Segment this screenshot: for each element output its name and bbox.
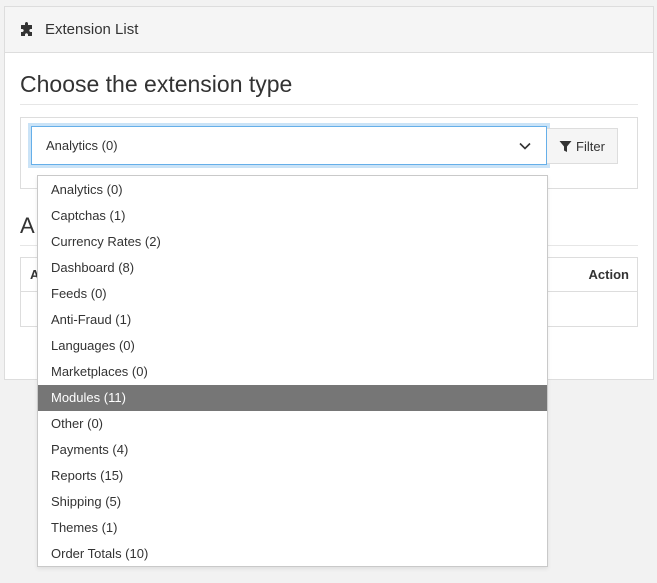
column-header-action: Action [588, 267, 629, 282]
dropdown-option[interactable]: Analytics (0) [38, 177, 547, 203]
page-title: Choose the extension type [20, 71, 638, 105]
dropdown-option[interactable]: Anti-Fraud (1) [38, 307, 547, 333]
dropdown-option[interactable]: Shipping (5) [38, 489, 547, 515]
filter-button-label: Filter [576, 138, 605, 154]
dropdown-option[interactable]: Payments (4) [38, 437, 547, 463]
dropdown-option[interactable]: Dashboard (8) [38, 255, 547, 281]
dropdown-option[interactable]: Currency Rates (2) [38, 229, 547, 255]
chevron-down-icon [519, 142, 531, 150]
extension-type-select[interactable]: Analytics (0) [31, 126, 547, 165]
dropdown-option[interactable]: Themes (1) [38, 515, 547, 541]
select-value: Analytics (0) [46, 138, 118, 153]
puzzle-icon [21, 21, 32, 36]
panel-heading: Extension List [5, 7, 653, 53]
dropdown-option[interactable]: Marketplaces (0) [38, 359, 547, 385]
dropdown-option[interactable]: Other (0) [38, 411, 547, 437]
filter-icon [559, 140, 572, 152]
dropdown-option[interactable]: Feeds (0) [38, 281, 547, 307]
dropdown-option[interactable]: Captchas (1) [38, 203, 547, 229]
dropdown-option[interactable]: Reports (15) [38, 463, 547, 489]
panel-title: Extension List [45, 21, 139, 38]
dropdown-option[interactable]: Languages (0) [38, 333, 547, 359]
dropdown-option[interactable]: Modules (11) [38, 385, 547, 411]
extension-type-dropdown: Analytics (0) Captchas (1) Currency Rates … [37, 175, 548, 567]
dropdown-option[interactable]: Order Totals (10) [38, 541, 547, 567]
filter-button[interactable]: Filter [547, 128, 618, 164]
